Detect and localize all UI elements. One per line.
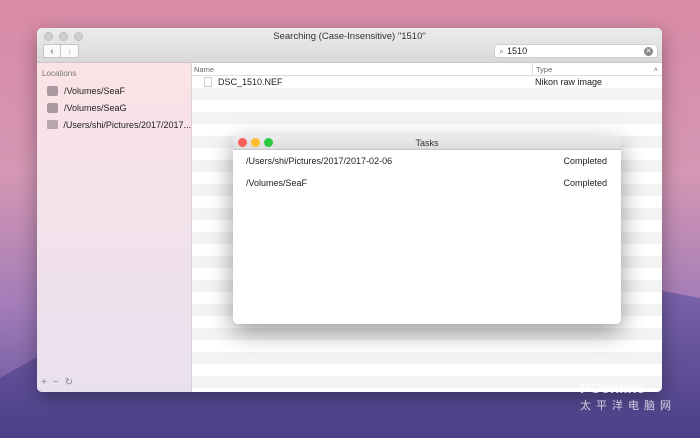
window-title: Searching (Case-Insensitive) "1510": [273, 31, 426, 42]
tasks-title: Tasks: [415, 138, 439, 148]
drive-icon: [47, 85, 58, 96]
sidebar-item-seag[interactable]: /Volumes/SeaG: [37, 99, 191, 116]
search-field[interactable]: ⌕ 1510 ✕: [494, 44, 658, 58]
refresh-button[interactable]: ↻: [65, 377, 73, 388]
sidebar-item-label: /Users/shi/Pictures/2017/2017...: [63, 119, 191, 130]
folder-icon: [47, 120, 59, 129]
task-status: Completed: [563, 156, 607, 166]
task-path: /Volumes/SeaF: [246, 178, 308, 188]
sidebar: Locations /Volumes/SeaF /Volumes/SeaG /U…: [37, 63, 192, 392]
file-name: DSC_1510.NEF: [218, 77, 283, 87]
tasks-window: Tasks /Users/shi/Pictures/2017/2017-02-0…: [233, 136, 621, 324]
column-label: Type: [536, 64, 553, 74]
watermark-text: PConline: [580, 380, 646, 397]
search-input[interactable]: 1510: [507, 46, 527, 56]
task-status: Completed: [563, 178, 607, 188]
watermark: PConline 太平洋电脑网: [580, 380, 676, 413]
watermark-subtext: 太平洋电脑网: [580, 400, 676, 412]
sidebar-item-label: /Volumes/SeaG: [64, 102, 127, 113]
table-row[interactable]: DSC_1510.NEF Nikon raw image: [192, 76, 662, 88]
sidebar-item-label: /Volumes/SeaF: [64, 85, 126, 96]
clear-search-icon[interactable]: ✕: [644, 46, 653, 56]
drive-icon: [47, 102, 58, 113]
window-controls: [238, 138, 273, 147]
back-button[interactable]: ‹: [43, 44, 61, 58]
sidebar-header: Locations: [42, 69, 77, 78]
file-icon: [204, 77, 212, 87]
sidebar-item-seaf[interactable]: /Volumes/SeaF: [37, 82, 191, 99]
sort-chevron-icon: ˄: [653, 64, 658, 74]
remove-location-button[interactable]: −: [53, 377, 59, 388]
task-path: /Users/shi/Pictures/2017/2017-02-06: [246, 156, 393, 166]
forward-button[interactable]: ›: [61, 44, 79, 58]
search-icon: ⌕: [499, 45, 505, 56]
minimize-button[interactable]: [251, 138, 260, 147]
column-header-name[interactable]: Name: [192, 63, 533, 75]
close-button[interactable]: [238, 138, 247, 147]
file-type: Nikon raw image: [535, 77, 603, 87]
zoom-button[interactable]: [264, 138, 273, 147]
task-row: /Volumes/SeaF Completed: [233, 172, 621, 194]
sidebar-item-pictures[interactable]: /Users/shi/Pictures/2017/2017...: [37, 116, 191, 133]
title-bar: Searching (Case-Insensitive) "1510" ‹ › ⌕…: [37, 28, 662, 63]
column-header-type[interactable]: Type ˄: [533, 65, 662, 74]
task-row: /Users/shi/Pictures/2017/2017-02-06 Compl…: [233, 150, 621, 172]
add-location-button[interactable]: +: [41, 377, 47, 388]
